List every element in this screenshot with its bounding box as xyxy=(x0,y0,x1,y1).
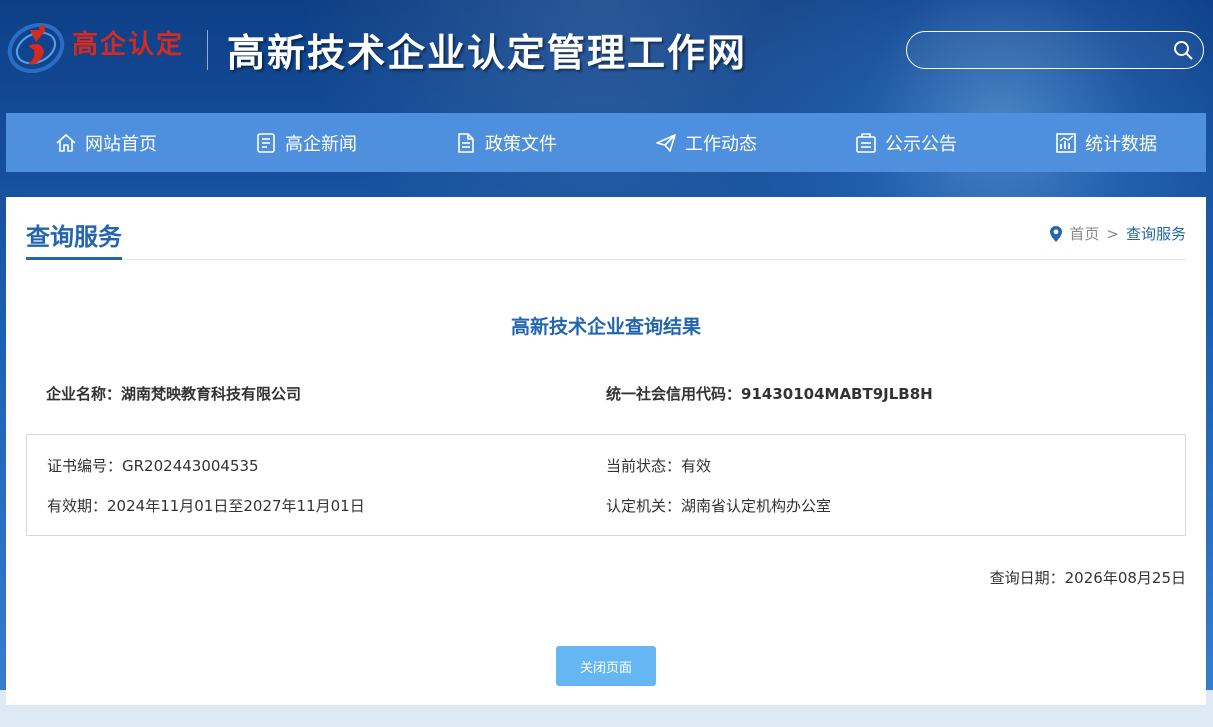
page-title: 查询服务 xyxy=(26,223,122,251)
chart-icon xyxy=(1056,132,1076,153)
search-input[interactable] xyxy=(921,38,1165,64)
news-icon xyxy=(257,132,275,153)
location-pin-icon xyxy=(1050,225,1063,242)
nav-item-home[interactable]: 网站首页 xyxy=(6,113,206,172)
company-name-field: 企业名称：湖南梵映教育科技有限公司 xyxy=(46,383,301,404)
query-date-label: 查询日期： xyxy=(989,569,1065,587)
query-date: 查询日期：2026年08月25日 xyxy=(990,567,1186,588)
validity-label: 有效期： xyxy=(47,497,108,515)
search-box xyxy=(906,31,1204,69)
status-field: 当前状态：有效 xyxy=(606,455,711,476)
nav-item-label: 公示公告 xyxy=(885,133,957,155)
query-date-value: 2026年08月25日 xyxy=(1064,569,1186,587)
panel-header: 查询服务 首页 > 查询服务 xyxy=(26,217,1186,260)
logo-mark-icon xyxy=(7,23,65,73)
nav-item-label: 高企新闻 xyxy=(285,133,357,155)
status-value: 有效 xyxy=(681,457,712,475)
certificate-info-box: 证书编号：GR202443004535 当前状态：有效 有效期：2024年11月… xyxy=(26,434,1186,536)
company-name-value: 湖南梵映教育科技有限公司 xyxy=(121,385,302,403)
nav-item-label: 统计数据 xyxy=(1085,133,1157,155)
status-label: 当前状态： xyxy=(606,457,682,475)
logo-chinese-text: 高企认定 xyxy=(72,30,185,60)
search-icon[interactable] xyxy=(1173,40,1193,60)
site-logo[interactable]: 高企认定 INNOVATION COMPANY xyxy=(6,18,196,80)
nav-item-label: 政策文件 xyxy=(485,133,557,155)
main-panel: 查询服务 首页 > 查询服务 高新技术企业查询结果 企业名称：湖南梵映教育科技有… xyxy=(6,197,1206,705)
breadcrumb-home[interactable]: 首页 xyxy=(1069,223,1099,244)
result-title: 高新技术企业查询结果 xyxy=(510,316,701,338)
nav-item-label: 网站首页 xyxy=(85,133,157,155)
certificate-number-field: 证书编号：GR202443004535 xyxy=(47,455,259,476)
authority-label: 认定机关： xyxy=(606,497,682,515)
document-icon xyxy=(458,132,474,153)
home-icon xyxy=(56,133,76,152)
nav-item-announcements[interactable]: 公示公告 xyxy=(806,113,1006,172)
breadcrumb-current[interactable]: 查询服务 xyxy=(1126,223,1186,244)
authority-value: 湖南省认定机构办公室 xyxy=(681,497,832,515)
site-title: 高新技术企业认定管理工作网 xyxy=(227,30,748,75)
paper-plane-icon xyxy=(656,133,676,152)
bulletin-icon xyxy=(856,132,876,153)
certificate-number-value: GR202443004535 xyxy=(122,457,259,475)
credit-code-field: 统一社会信用代码：91430104MABT9JLB8H xyxy=(606,383,933,404)
logo-english-text: INNOVATION COMPANY xyxy=(74,58,176,67)
header-divider xyxy=(207,30,208,70)
authority-field: 认定机关：湖南省认定机构办公室 xyxy=(606,495,831,516)
certificate-number-label: 证书编号： xyxy=(47,457,123,475)
credit-code-label: 统一社会信用代码： xyxy=(606,385,742,403)
nav-item-news[interactable]: 高企新闻 xyxy=(206,113,406,172)
nav-item-work-news[interactable]: 工作动态 xyxy=(606,113,806,172)
company-name-label: 企业名称： xyxy=(46,385,122,403)
breadcrumb: 首页 > 查询服务 xyxy=(1049,223,1186,244)
validity-field: 有效期：2024年11月01日至2027年11月01日 xyxy=(47,495,365,516)
close-page-button[interactable]: 关闭页面 xyxy=(556,646,656,686)
main-nav: 网站首页 高企新闻 政策文件 工作动态 公示公告 统计数据 xyxy=(6,113,1206,172)
nav-item-statistics[interactable]: 统计数据 xyxy=(1006,113,1206,172)
breadcrumb-separator: > xyxy=(1106,224,1119,243)
credit-code-value: 91430104MABT9JLB8H xyxy=(741,385,933,403)
nav-item-label: 工作动态 xyxy=(685,133,757,155)
nav-item-policy[interactable]: 政策文件 xyxy=(406,113,606,172)
validity-value: 2024年11月01日至2027年11月01日 xyxy=(107,497,365,515)
title-underline xyxy=(26,257,122,260)
